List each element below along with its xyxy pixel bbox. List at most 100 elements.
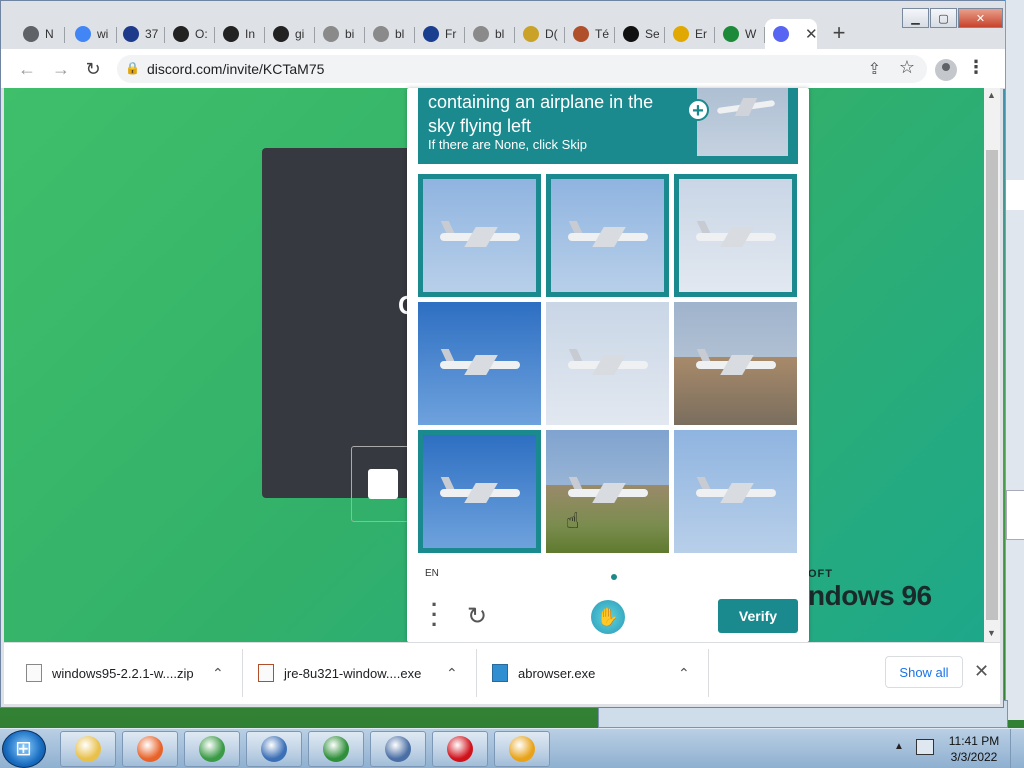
challenge-header: containing an airplane in the sky flying… xyxy=(418,88,798,164)
language-selector[interactable]: EN xyxy=(425,568,439,579)
close-window-button[interactable]: ✕ xyxy=(958,8,1003,28)
mp-icon xyxy=(123,26,139,42)
airplane-image xyxy=(695,476,776,507)
captcha-image-tile[interactable] xyxy=(546,302,669,425)
taskbar-app-button[interactable] xyxy=(60,731,116,767)
show-all-downloads-button[interactable]: Show all xyxy=(885,656,963,688)
captcha-image-tile[interactable] xyxy=(418,302,541,425)
taskbar-app-button[interactable] xyxy=(122,731,178,767)
challenge-hint: If there are None, click Skip xyxy=(428,137,587,152)
s-icon xyxy=(423,26,439,42)
airplane-image xyxy=(567,476,648,507)
sheet-icon xyxy=(723,26,739,42)
tab-title: N xyxy=(45,27,54,41)
tab-title: Fr xyxy=(445,27,457,41)
browser-tab[interactable]: D( xyxy=(515,19,565,49)
close-tab-icon[interactable]: ✕ xyxy=(805,25,818,43)
github-icon xyxy=(623,26,639,42)
scroll-up-arrow[interactable]: ▲ xyxy=(987,90,996,100)
chrome-icon xyxy=(199,736,225,762)
browser-tab[interactable]: In xyxy=(215,19,265,49)
browser-tab[interactable]: Se xyxy=(615,19,665,49)
download-filename: jre-8u321-window....exe xyxy=(284,665,422,681)
taskbar-app-button[interactable] xyxy=(184,731,240,767)
browser-tab[interactable]: Er xyxy=(665,19,715,49)
chevron-up-icon[interactable]: ⌃ xyxy=(446,665,458,682)
browser-tab[interactable]: O: xyxy=(165,19,215,49)
new-tab-button[interactable]: + xyxy=(827,21,851,45)
browser-tab[interactable]: bl xyxy=(365,19,415,49)
captcha-image-tile[interactable] xyxy=(674,302,797,425)
browser-tab[interactable]: ✕ xyxy=(765,19,818,49)
scroll-thumb[interactable] xyxy=(986,150,998,620)
taskbar-app-button[interactable] xyxy=(246,731,302,767)
url-text[interactable]: discord.com/invite/KCTaM75 xyxy=(147,61,324,77)
divider xyxy=(476,649,477,697)
maximize-button[interactable]: ▢ xyxy=(930,8,957,28)
background-window[interactable] xyxy=(1005,0,1024,720)
share-icon[interactable]: ⇪ xyxy=(868,59,881,79)
download-item[interactable]: windows95-2.2.1-w....zip ⌃ xyxy=(26,653,236,693)
address-bar[interactable]: 🔒 discord.com/invite/KCTaM75 ⇪ ☆ xyxy=(117,55,927,83)
challenge-prompt: containing an airplane in the sky flying… xyxy=(428,92,654,136)
close-shelf-icon[interactable]: ✕ xyxy=(974,661,989,682)
browser-tab[interactable]: 37 xyxy=(115,19,165,49)
network-icon[interactable] xyxy=(916,739,934,755)
browser-tab[interactable]: W xyxy=(715,19,765,49)
chevron-up-icon[interactable]: ⌃ xyxy=(678,665,690,682)
forward-button[interactable]: → xyxy=(49,57,73,81)
profile-avatar[interactable] xyxy=(935,59,957,81)
browser-menu-button[interactable]: ⋮ xyxy=(967,57,985,78)
airplane-image xyxy=(439,220,520,251)
bookmark-star-icon[interactable]: ☆ xyxy=(899,57,915,78)
verify-button[interactable]: Verify xyxy=(718,599,798,633)
taskbar-app-button[interactable] xyxy=(432,731,488,767)
refresh-challenge-icon[interactable]: ↻ xyxy=(467,602,487,631)
browser-tab[interactable]: Fr xyxy=(415,19,465,49)
show-hidden-icons-arrow[interactable]: ▲ xyxy=(894,741,904,752)
start-button[interactable] xyxy=(2,730,46,768)
divider xyxy=(708,649,709,697)
back-button[interactable]: ← xyxy=(15,57,39,81)
challenge-menu-icon[interactable]: · · · xyxy=(431,594,438,636)
download-filename: abrowser.exe xyxy=(518,665,596,681)
java-installer-icon xyxy=(258,664,274,682)
browser-tab[interactable]: bl xyxy=(465,19,515,49)
taskbar-app-button[interactable] xyxy=(308,731,364,767)
vpn-icon xyxy=(509,736,535,762)
chevron-up-icon[interactable]: ⌃ xyxy=(212,665,224,682)
browser-tab[interactable]: Té xyxy=(565,19,615,49)
reload-button[interactable]: ↻ xyxy=(81,57,105,81)
hand-cursor-icon: ☝ xyxy=(566,508,580,533)
expand-example-icon[interactable]: + xyxy=(687,99,709,121)
captcha-image-tile[interactable] xyxy=(546,174,669,297)
windows96-logo: OFT ndows 96 xyxy=(808,568,932,612)
tab-title: W xyxy=(745,27,757,41)
captcha-image-tile[interactable] xyxy=(418,174,541,297)
example-image[interactable] xyxy=(697,88,788,156)
browser-tab[interactable]: bi xyxy=(315,19,365,49)
toolbar: ← → ↻ 🔒 discord.com/invite/KCTaM75 ⇪ ☆ ⋮ xyxy=(1,49,1005,89)
browser-tab[interactable]: N xyxy=(15,19,65,49)
taskbar-app-button[interactable] xyxy=(370,731,426,767)
download-item[interactable]: jre-8u321-window....exe ⌃ xyxy=(258,653,468,693)
globe-icon xyxy=(373,26,389,42)
download-item[interactable]: abrowser.exe ⌃ xyxy=(492,653,702,693)
tab-title: bl xyxy=(395,27,405,41)
browser-tab[interactable]: wi xyxy=(67,19,117,49)
captcha-image-tile[interactable] xyxy=(674,174,797,297)
captcha-image-tile[interactable] xyxy=(546,430,669,553)
taskbar-app-button[interactable] xyxy=(494,731,550,767)
hcaptcha-logo-icon: ✋ xyxy=(591,600,625,634)
show-desktop-button[interactable] xyxy=(1010,729,1024,768)
installer-icon xyxy=(492,664,508,682)
browser-tab[interactable]: gi xyxy=(265,19,315,49)
captcha-image-tile[interactable] xyxy=(674,430,797,553)
minimize-button[interactable]: ▁ xyxy=(902,8,929,28)
page-scrollbar[interactable]: ▲ ▼ xyxy=(984,88,1000,642)
system-clock[interactable]: 11:41 PM 3/3/2022 xyxy=(946,733,1002,765)
java-icon xyxy=(573,26,589,42)
captcha-image-tile[interactable] xyxy=(418,430,541,553)
scroll-down-arrow[interactable]: ▼ xyxy=(987,628,996,638)
tab-title: wi xyxy=(97,27,109,41)
